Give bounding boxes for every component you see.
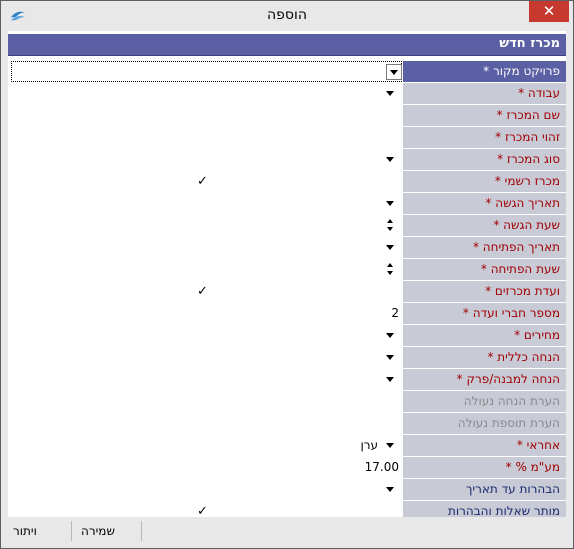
row-responsible: ערן * אחראי (8, 435, 566, 457)
opening-date-field[interactable] (8, 237, 402, 258)
field-label: * תאריך הפתיחה (403, 237, 566, 258)
chevron-down-icon[interactable] (383, 483, 397, 496)
row-official-tender: ✓ * מכרז רשמי (8, 171, 566, 193)
row-committee-members: 2 * מספר חברי ועדה (8, 303, 566, 325)
chevron-down-icon[interactable] (383, 153, 397, 166)
row-tender-committee: ✓ * ועדת מכרזים (8, 281, 566, 303)
footer-divider (71, 521, 72, 541)
field-label: הערת תוספת נעולה (403, 413, 566, 434)
locked-discount-note-field (8, 391, 402, 412)
field-label: * עבודה (403, 83, 566, 104)
vat-field[interactable]: 17.00 (8, 457, 402, 478)
row-vat: 17.00 * % מע"מ (8, 457, 566, 479)
prices-field[interactable] (8, 325, 402, 346)
field-label: * תאריך הגשה (403, 193, 566, 214)
tender-id-field[interactable] (8, 127, 402, 148)
row-tender-id: * זהוי המכרז (8, 127, 566, 149)
row-submit-time: * שעת הגשה (8, 215, 566, 237)
tender-committee-field: ✓ (8, 281, 402, 302)
general-discount-field[interactable] (8, 347, 402, 368)
chevron-down-icon[interactable] (383, 197, 397, 210)
row-opening-time: * שעת הפתיחה (8, 259, 566, 281)
tender-committee-checkbox[interactable]: ✓ (197, 285, 210, 298)
official-tender-checkbox[interactable]: ✓ (197, 175, 210, 188)
tender-type-field[interactable] (8, 149, 402, 170)
title-bar[interactable]: הוספה ✕ (1, 1, 573, 31)
tender-name-field[interactable] (8, 105, 402, 126)
submit-date-field[interactable] (8, 193, 402, 214)
opening-time-field[interactable] (8, 259, 402, 280)
field-label: * ועדת מכרזים (403, 281, 566, 302)
field-label: * שעת הפתיחה (403, 259, 566, 280)
locked-addition-note-field (8, 413, 402, 434)
form-area: מכרז חדש * פרויקט מקור * עבודה * שם המכר… (8, 31, 566, 523)
field-label: * מחירים (403, 325, 566, 346)
row-general-discount: * הנחה כללית (8, 347, 566, 369)
chevron-down-icon[interactable] (383, 87, 397, 100)
row-source-project: * פרויקט מקור (8, 61, 566, 83)
field-label: * אחראי (403, 435, 566, 456)
cancel-button[interactable]: ויתור (13, 524, 37, 538)
spinner-icon[interactable] (386, 218, 396, 233)
field-label: הערת הנחה נעולה (403, 391, 566, 412)
form-rows: * פרויקט מקור * עבודה * שם המכרז * זהוי … (8, 61, 566, 523)
committee-members-field[interactable]: 2 (8, 303, 402, 324)
chevron-down-icon[interactable] (383, 329, 397, 342)
save-button[interactable]: שמירה (81, 524, 115, 538)
field-label: * מספר חברי ועדה (403, 303, 566, 324)
clarifications-date-field[interactable] (8, 479, 402, 500)
field-label: * שם המכרז (403, 105, 566, 126)
submit-time-field[interactable] (8, 215, 402, 236)
structure-discount-field[interactable] (8, 369, 402, 390)
field-label: * הנחה למבנה/פרק (403, 369, 566, 390)
committee-members-value: 2 (391, 306, 399, 320)
row-structure-discount: * הנחה למבנה/פרק (8, 369, 566, 391)
row-locked-discount-note: הערת הנחה נעולה (8, 391, 566, 413)
field-label: הבהרות עד תאריך (403, 479, 566, 500)
row-clarifications-date: הבהרות עד תאריך (8, 479, 566, 501)
dialog-window: הוספה ✕ מכרז חדש * פרויקט מקור * עבודה * (0, 0, 574, 549)
field-label: * שעת הגשה (403, 215, 566, 236)
chevron-down-icon[interactable] (383, 351, 397, 364)
row-submit-date: * תאריך הגשה (8, 193, 566, 215)
field-label: * מכרז רשמי (403, 171, 566, 192)
window-title: הוספה (267, 7, 307, 23)
responsible-value: ערן (360, 438, 378, 452)
official-tender-field: ✓ (8, 171, 402, 192)
spinner-icon[interactable] (386, 262, 396, 277)
field-label: * פרויקט מקור (403, 61, 566, 82)
section-header: מכרז חדש (8, 34, 566, 56)
section-title: מכרז חדש (499, 36, 560, 51)
field-label: * זהוי המכרז (403, 127, 566, 148)
footer-bar: ויתור שמירה (1, 517, 573, 548)
row-work: * עבודה (8, 83, 566, 105)
field-label: * הנחה כללית (403, 347, 566, 368)
work-field[interactable] (8, 83, 402, 104)
vat-value: 17.00 (364, 460, 399, 474)
field-label: * סוג המכרז (403, 149, 566, 170)
chevron-down-icon[interactable] (383, 439, 397, 452)
row-tender-type: * סוג המכרז (8, 149, 566, 171)
chevron-down-icon[interactable] (383, 373, 397, 386)
source-project-field[interactable] (11, 61, 402, 82)
responsible-field[interactable]: ערן (8, 435, 402, 456)
row-opening-date: * תאריך הפתיחה (8, 237, 566, 259)
row-prices: * מחירים (8, 325, 566, 347)
chevron-down-icon[interactable] (383, 241, 397, 254)
field-label: * % מע"מ (403, 457, 566, 478)
close-button[interactable]: ✕ (529, 1, 569, 22)
chevron-down-icon[interactable] (386, 64, 402, 80)
footer-divider (141, 521, 142, 541)
row-locked-addition-note: הערת תוספת נעולה (8, 413, 566, 435)
row-tender-name: * שם המכרז (8, 105, 566, 127)
